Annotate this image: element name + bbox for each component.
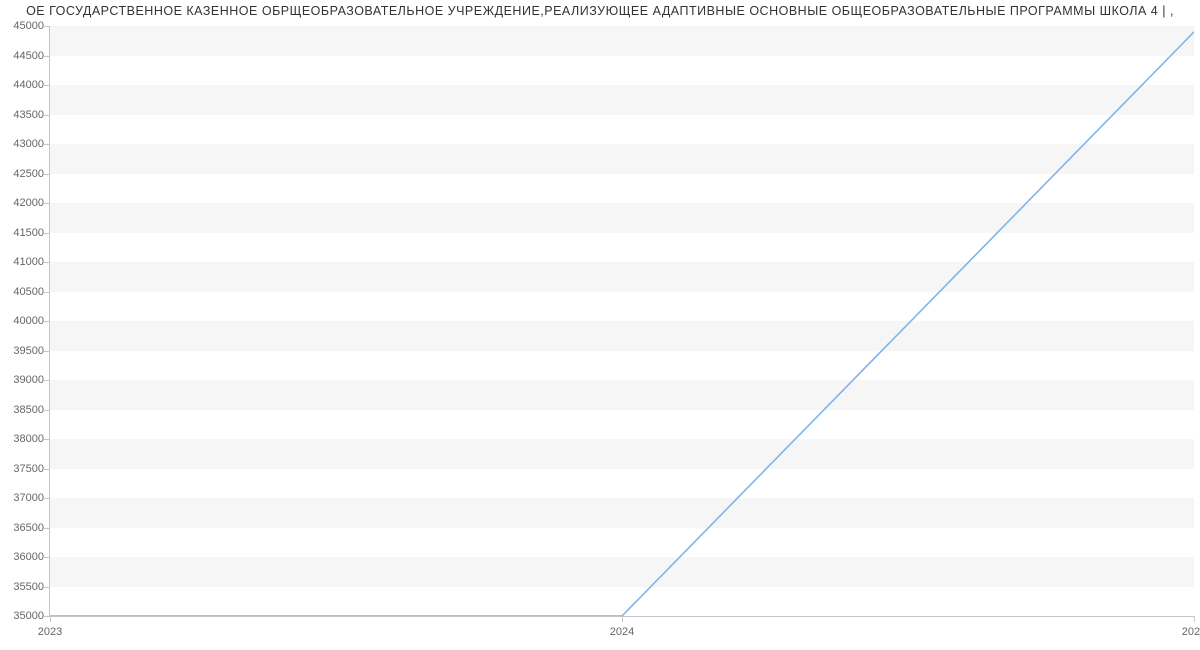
y-tick (44, 26, 50, 27)
y-tick (44, 557, 50, 558)
y-tick (44, 587, 50, 588)
y-tick-label: 39500 (2, 345, 44, 357)
y-tick-label: 43000 (2, 138, 44, 150)
y-tick-label: 40000 (2, 315, 44, 327)
y-tick (44, 292, 50, 293)
y-tick (44, 144, 50, 145)
y-tick (44, 380, 50, 381)
y-tick-label: 37500 (2, 463, 44, 475)
y-tick-label: 35500 (2, 581, 44, 593)
y-tick (44, 174, 50, 175)
y-tick (44, 321, 50, 322)
y-tick-label: 41000 (2, 256, 44, 268)
x-tick-label: 2025 (1182, 626, 1200, 638)
x-tick (50, 616, 51, 622)
y-tick-label: 43500 (2, 109, 44, 121)
y-tick-label: 41500 (2, 227, 44, 239)
y-tick (44, 85, 50, 86)
x-tick (622, 616, 623, 622)
y-tick-label: 45000 (2, 20, 44, 32)
y-tick-label: 37000 (2, 492, 44, 504)
y-tick-label: 42000 (2, 197, 44, 209)
y-tick (44, 469, 50, 470)
y-tick (44, 410, 50, 411)
y-tick (44, 115, 50, 116)
y-tick (44, 351, 50, 352)
y-tick-label: 36500 (2, 522, 44, 534)
plot-area: 3500035500360003650037000375003800038500… (50, 26, 1194, 617)
y-tick-label: 35000 (2, 610, 44, 622)
y-tick (44, 203, 50, 204)
x-tick-label: 2024 (610, 626, 634, 638)
y-tick-label: 44000 (2, 79, 44, 91)
y-tick-label: 39000 (2, 374, 44, 386)
y-tick (44, 233, 50, 234)
y-tick (44, 439, 50, 440)
y-tick (44, 56, 50, 57)
y-tick-label: 36000 (2, 551, 44, 563)
chart-title: ОЕ ГОСУДАРСТВЕННОЕ КАЗЕННОЕ ОБРЩЕОБРАЗОВ… (0, 4, 1200, 18)
chart-container: ОЕ ГОСУДАРСТВЕННОЕ КАЗЕННОЕ ОБРЩЕОБРАЗОВ… (0, 0, 1200, 650)
y-tick-label: 40500 (2, 286, 44, 298)
y-tick-label: 38500 (2, 404, 44, 416)
series-line (50, 32, 1194, 616)
y-tick (44, 528, 50, 529)
x-tick-label: 2023 (38, 626, 62, 638)
y-tick (44, 498, 50, 499)
y-tick-label: 38000 (2, 433, 44, 445)
line-svg (50, 26, 1194, 616)
y-tick-label: 42500 (2, 168, 44, 180)
x-tick (1194, 616, 1195, 622)
y-tick-label: 44500 (2, 50, 44, 62)
y-tick (44, 262, 50, 263)
